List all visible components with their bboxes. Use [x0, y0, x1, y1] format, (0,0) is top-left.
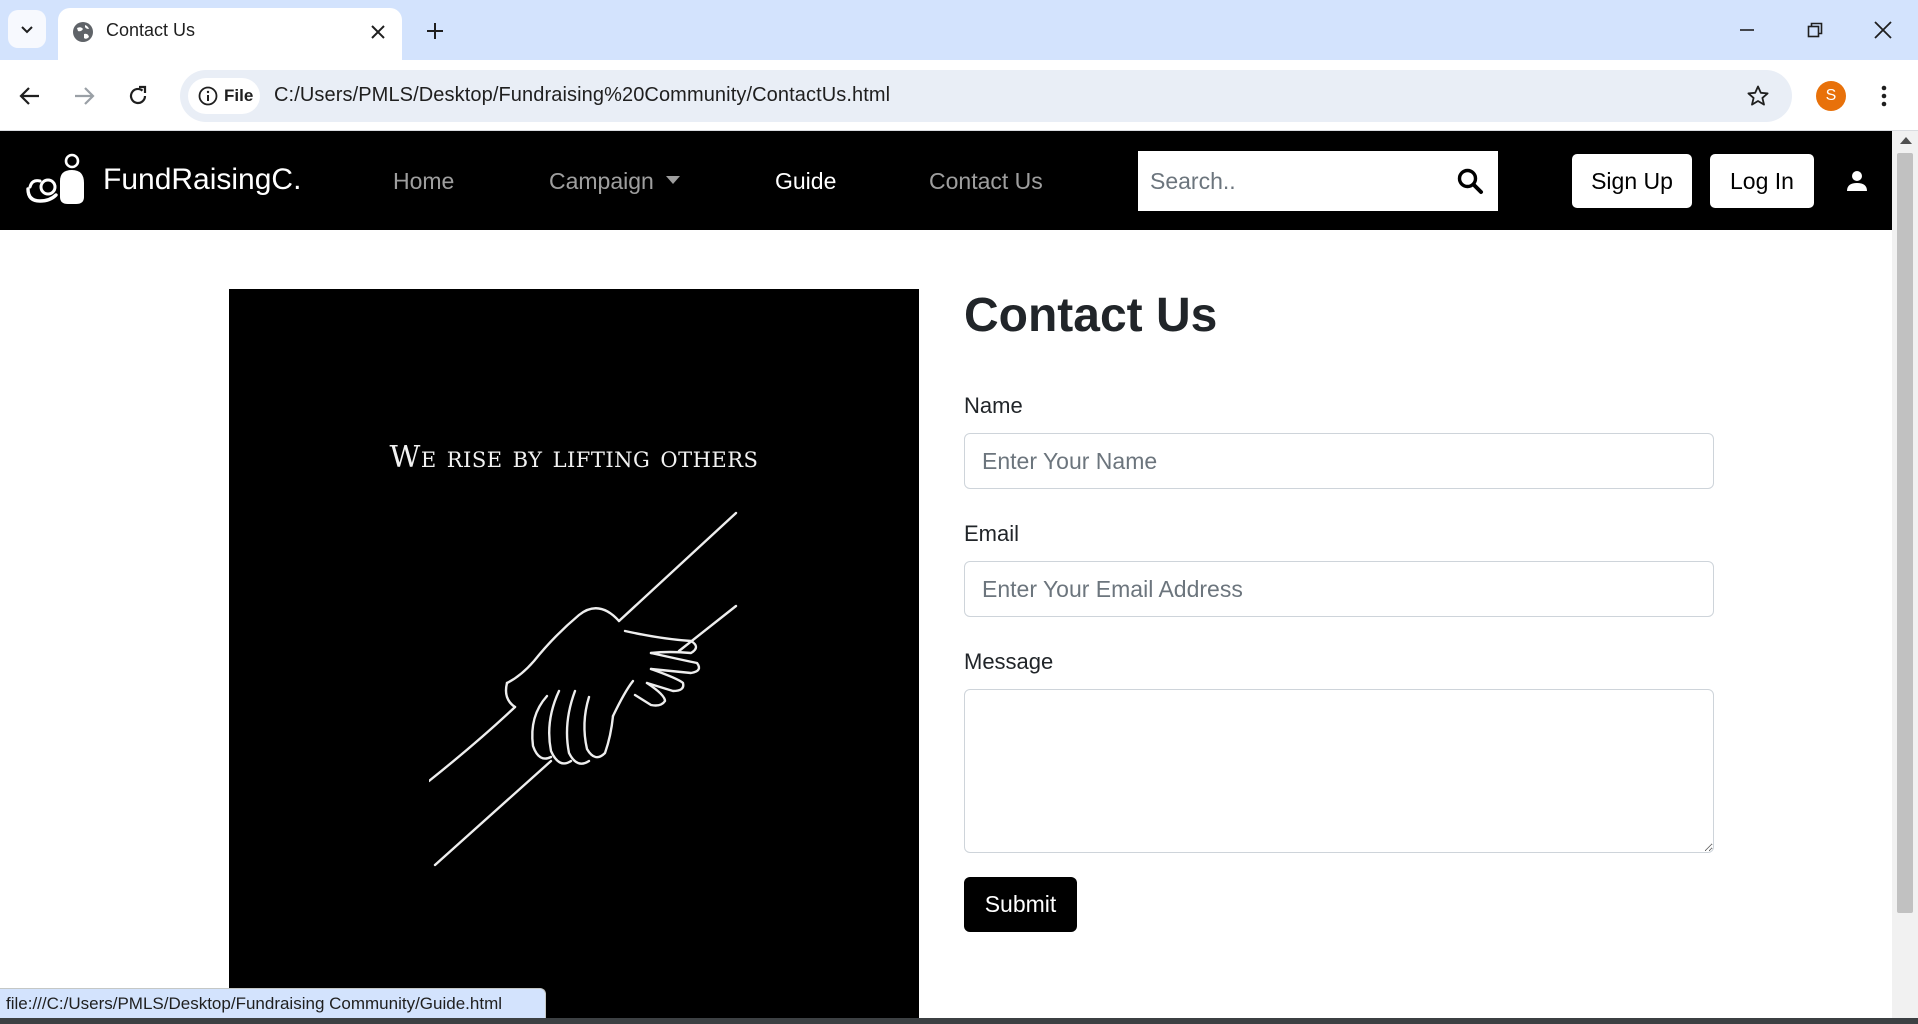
close-window-button[interactable] [1858, 8, 1908, 52]
submit-button[interactable]: Submit [964, 877, 1077, 932]
browser-toolbar: File C:/Users/PMLS/Desktop/Fundraising%2… [0, 60, 1918, 131]
page-title: Contact Us [964, 289, 1218, 342]
close-icon [371, 25, 385, 39]
taskbar-edge [0, 1018, 1918, 1024]
caret-down-icon [665, 175, 680, 184]
nav-link-home[interactable]: Home [393, 168, 454, 195]
helping-hands-icon [429, 511, 738, 867]
bookmark-button[interactable] [1744, 82, 1772, 110]
new-tab-button[interactable] [418, 14, 452, 48]
browser-tab-active[interactable]: Contact Us [58, 8, 402, 60]
site-info-chip[interactable]: File [188, 78, 260, 114]
user-icon[interactable] [1845, 169, 1869, 193]
profile-avatar[interactable]: S [1816, 81, 1846, 111]
chevron-down-icon [21, 26, 33, 34]
name-input[interactable] [964, 433, 1714, 489]
message-textarea[interactable] [964, 689, 1714, 853]
restore-button[interactable] [1790, 8, 1840, 52]
hero-image: We rise by lifting others [229, 289, 919, 1024]
search-input[interactable] [1138, 151, 1438, 211]
scroll-thumb[interactable] [1897, 153, 1913, 913]
page-viewport: FundRaisingC. Home Campaign Guide Contac… [0, 131, 1892, 1024]
reload-icon [129, 85, 147, 105]
arrow-left-icon [19, 87, 39, 105]
site-chip-label: File [224, 86, 254, 105]
reload-button[interactable] [118, 76, 158, 116]
nav-link-campaign-label: Campaign [549, 168, 654, 194]
arrow-right-icon [75, 87, 95, 105]
hero-quote: We rise by lifting others [229, 440, 919, 475]
message-label: Message [964, 649, 1054, 674]
nav-link-campaign[interactable]: Campaign [549, 168, 680, 195]
log-in-button[interactable]: Log In [1710, 154, 1814, 208]
minimize-button[interactable] [1722, 8, 1772, 52]
people-logo-icon[interactable] [26, 153, 88, 207]
scroll-up-arrow-icon[interactable] [1900, 137, 1912, 144]
browser-menu-button[interactable] [1868, 78, 1900, 114]
email-label: Email [964, 521, 1020, 546]
star-icon [1747, 85, 1769, 106]
plus-icon [427, 23, 443, 39]
info-icon [198, 86, 218, 106]
email-input[interactable] [964, 561, 1714, 617]
sign-up-button[interactable]: Sign Up [1572, 154, 1692, 208]
close-icon [1874, 21, 1892, 39]
restore-icon [1807, 22, 1823, 38]
brand-name[interactable]: FundRaisingC. [103, 163, 301, 197]
browser-tabstrip: Contact Us [0, 0, 1918, 60]
search-form [1138, 151, 1498, 211]
globe-icon [73, 22, 93, 42]
tab-close-button[interactable] [364, 18, 392, 46]
name-label: Name [964, 393, 1023, 418]
tab-search-button[interactable] [8, 10, 46, 48]
search-icon[interactable] [1456, 167, 1484, 195]
link-status-bubble: file:///C:/Users/PMLS/Desktop/Fundraisin… [0, 988, 546, 1018]
more-vertical-icon [1881, 85, 1887, 107]
address-bar[interactable]: File C:/Users/PMLS/Desktop/Fundraising%2… [180, 70, 1792, 122]
tab-title: Contact Us [106, 20, 196, 40]
site-navbar: FundRaisingC. Home Campaign Guide Contac… [0, 131, 1892, 230]
back-button[interactable] [10, 76, 50, 116]
page-scrollbar[interactable] [1892, 131, 1918, 1024]
hero-quote-text: We rise by lifting others [389, 440, 759, 475]
minimize-icon [1740, 29, 1754, 31]
forward-button[interactable] [64, 76, 104, 116]
url-text[interactable]: C:/Users/PMLS/Desktop/Fundraising%20Comm… [274, 84, 890, 107]
nav-link-contact[interactable]: Contact Us [929, 168, 1043, 195]
nav-link-guide[interactable]: Guide [775, 168, 836, 195]
